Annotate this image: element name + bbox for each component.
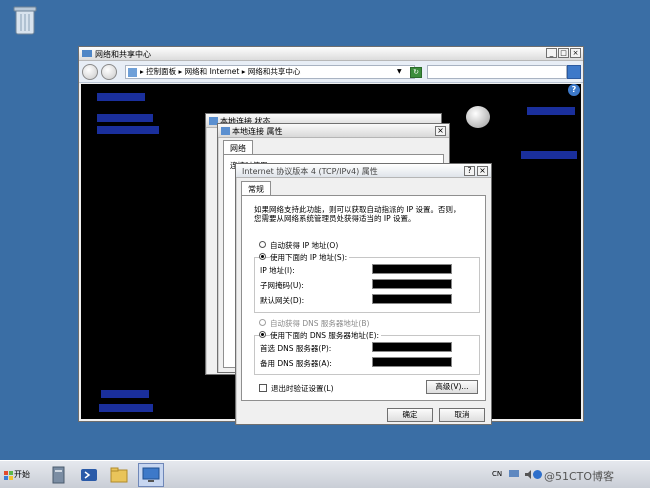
language-indicator[interactable]: CN bbox=[492, 470, 502, 478]
cancel-button[interactable]: 取消 bbox=[439, 408, 485, 422]
dialog-titlebar[interactable]: Internet 协议版本 4 (TCP/IPv4) 属性 ? × bbox=[236, 164, 491, 178]
subnet-mask-input[interactable] bbox=[372, 279, 452, 289]
default-gateway-label: 默认网关(D): bbox=[260, 296, 305, 305]
auto-dns-radio[interactable] bbox=[259, 319, 266, 326]
manual-dns-label: 使用下面的 DNS 服务器地址(E): bbox=[270, 330, 382, 341]
dns-server-group bbox=[254, 335, 480, 375]
tab-general[interactable]: 常规 bbox=[241, 181, 271, 195]
restore-button[interactable]: □ bbox=[558, 48, 569, 58]
sidebar-link[interactable] bbox=[97, 114, 153, 122]
customize-link[interactable] bbox=[521, 151, 577, 159]
validate-on-exit-checkbox[interactable] bbox=[259, 384, 267, 392]
network-icon bbox=[142, 467, 160, 482]
help-icon[interactable]: ? bbox=[568, 84, 580, 96]
chevron-down-icon[interactable]: ▼ bbox=[397, 68, 402, 75]
start-label: 开始 bbox=[14, 470, 30, 479]
minimize-button[interactable]: _ bbox=[546, 48, 557, 58]
watermark-logo-icon bbox=[533, 470, 542, 479]
system-tray: CN @51CTO博客 bbox=[488, 464, 650, 486]
help-button[interactable]: ? bbox=[464, 166, 475, 176]
start-button[interactable]: 开始 bbox=[2, 464, 34, 486]
auto-ip-radio[interactable] bbox=[259, 241, 266, 248]
taskbar: 开始 CN @51CTO博客 bbox=[0, 460, 650, 488]
sidebar-link[interactable] bbox=[97, 126, 159, 134]
folder-icon[interactable] bbox=[108, 464, 130, 486]
address-bar: ▸ 控制面板 ▸ 网络和 Internet ▸ 网络和共享中心 ▼ ↻ bbox=[79, 61, 583, 83]
manual-ip-radio[interactable] bbox=[259, 253, 266, 260]
subnet-mask-label: 子网掩码(U): bbox=[260, 281, 304, 290]
close-button[interactable]: × bbox=[477, 166, 488, 176]
dialog-titlebar[interactable]: 本地连接 属性 × bbox=[218, 124, 449, 138]
internet-globe-icon bbox=[466, 106, 490, 128]
validate-on-exit-label: 退出时验证设置(L) bbox=[271, 384, 334, 393]
alternate-dns-input[interactable] bbox=[372, 357, 452, 367]
auto-dns-label: 自动获得 DNS 服务器地址(B) bbox=[270, 319, 370, 328]
recycle-bin-icon[interactable] bbox=[10, 4, 40, 38]
network-center-icon bbox=[82, 50, 92, 57]
dialog-title: Internet 协议版本 4 (TCP/IPv4) 属性 bbox=[242, 167, 378, 176]
view-full-map-link[interactable] bbox=[527, 107, 575, 115]
close-button[interactable]: × bbox=[570, 48, 581, 58]
description-line-2: 您需要从网络系统管理员处获得适当的 IP 设置。 bbox=[254, 214, 416, 223]
ok-button[interactable]: 确定 bbox=[387, 408, 433, 422]
search-input[interactable] bbox=[427, 65, 567, 79]
server-manager-icon[interactable] bbox=[48, 464, 70, 486]
see-also-link[interactable] bbox=[101, 390, 149, 398]
watermark-text: @51CTO博客 bbox=[544, 470, 615, 483]
forward-button[interactable] bbox=[101, 64, 117, 80]
search-icon[interactable] bbox=[567, 65, 581, 79]
breadcrumb: ▸ 控制面板 ▸ 网络和 Internet ▸ 网络和共享中心 bbox=[140, 67, 301, 76]
refresh-icon[interactable]: ↻ bbox=[410, 67, 422, 78]
network-tray-icon[interactable] bbox=[508, 469, 520, 480]
manual-dns-radio[interactable] bbox=[259, 331, 266, 338]
auto-ip-label: 自动获得 IP 地址(O) bbox=[270, 241, 339, 250]
windows-logo-icon bbox=[4, 471, 13, 480]
advanced-button[interactable]: 高级(V)... bbox=[426, 380, 478, 394]
network-adapter-icon bbox=[221, 127, 230, 135]
ip-address-label: IP 地址(I): bbox=[260, 266, 295, 275]
tab-network[interactable]: 网络 bbox=[223, 140, 253, 154]
ipv4-properties-dialog: Internet 协议版本 4 (TCP/IPv4) 属性 ? × 常规 如果网… bbox=[235, 163, 492, 425]
preferred-dns-input[interactable] bbox=[372, 342, 452, 352]
close-button[interactable]: × bbox=[435, 126, 446, 136]
address-input[interactable]: ▸ 控制面板 ▸ 网络和 Internet ▸ 网络和共享中心 bbox=[125, 65, 415, 79]
sidebar-link[interactable] bbox=[97, 93, 145, 101]
general-tab-panel: 如果网络支持此功能，则可以获取自动指派的 IP 设置。否则， 您需要从网络系统管… bbox=[241, 195, 486, 401]
dialog-title: 本地连接 属性 bbox=[232, 127, 283, 136]
window-titlebar[interactable]: 网络和共享中心 _ □ × bbox=[79, 47, 583, 61]
back-button[interactable] bbox=[82, 64, 98, 80]
manual-ip-label: 使用下面的 IP 地址(S): bbox=[270, 252, 350, 263]
control-panel-icon bbox=[128, 68, 137, 77]
ip-address-input[interactable] bbox=[372, 264, 452, 274]
alternate-dns-label: 备用 DNS 服务器(A): bbox=[260, 359, 332, 368]
default-gateway-input[interactable] bbox=[372, 294, 452, 304]
powershell-icon[interactable] bbox=[78, 464, 100, 486]
see-also-link[interactable] bbox=[99, 404, 153, 412]
network-center-taskbar-button[interactable] bbox=[138, 463, 164, 487]
preferred-dns-label: 首选 DNS 服务器(P): bbox=[260, 344, 332, 353]
window-title: 网络和共享中心 bbox=[95, 50, 151, 59]
